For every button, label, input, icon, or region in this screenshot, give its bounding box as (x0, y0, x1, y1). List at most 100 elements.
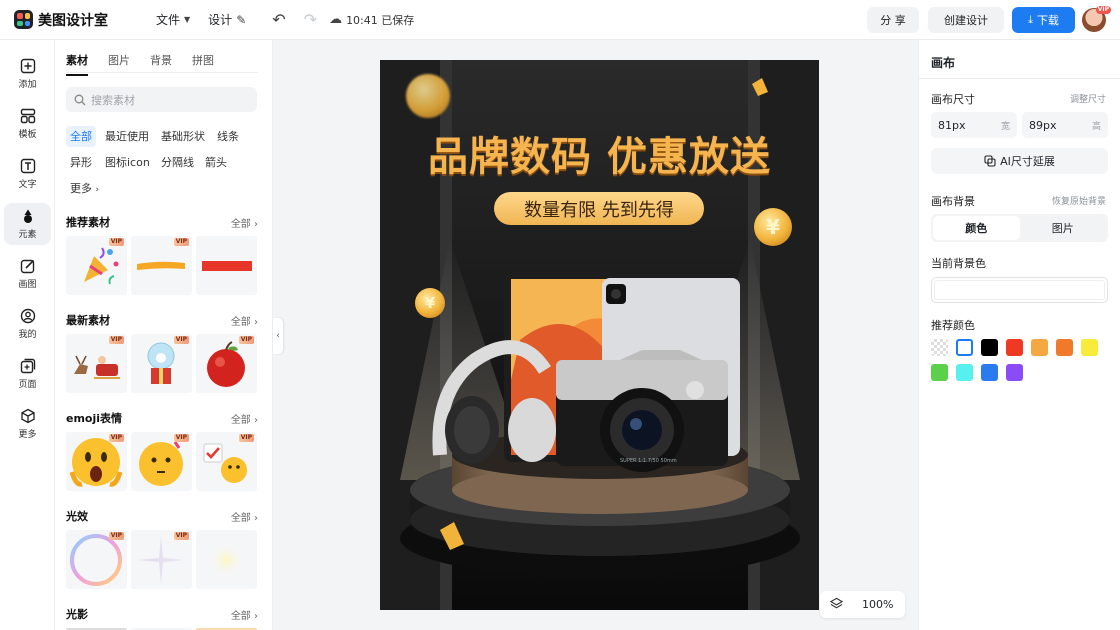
current-bg-color-label: 当前背景色 (931, 257, 986, 270)
asset-tile-screaming-emoji[interactable]: VIP (66, 432, 127, 491)
current-bg-color-field[interactable] (931, 277, 1108, 303)
canvas-headline[interactable]: 品牌数码 优惠放送 (380, 124, 819, 182)
nav-page-label: 页面 (18, 380, 37, 390)
avatar[interactable]: VIP (1082, 6, 1111, 32)
canvas-height-field[interactable]: 89px 高 (1022, 112, 1108, 138)
swatch-black[interactable] (981, 339, 998, 356)
edit-icon: ✎ (236, 12, 247, 27)
file-menu-label: 文件 (156, 13, 181, 27)
resize-link[interactable]: 调整尺寸 (1070, 92, 1106, 105)
chevron-left-icon: ‹ (276, 331, 280, 341)
cube-icon (20, 408, 36, 424)
asset-tile-party-popper[interactable]: VIP (66, 236, 127, 295)
avatar-vip-badge: VIP (1095, 6, 1111, 14)
vip-badge: VIP (173, 336, 189, 344)
asset-tile-reindeer-sleigh[interactable]: VIP (66, 334, 127, 393)
asset-tile-glow[interactable] (196, 530, 257, 589)
section-title-shadows: 光影 (66, 608, 88, 621)
chip-lines[interactable]: 线条 (213, 126, 243, 147)
glow-icon (208, 542, 244, 578)
section-all-label: 全部 (230, 317, 251, 328)
bg-mode-color[interactable]: 颜色 (933, 216, 1020, 240)
nav-more[interactable]: 更多 (4, 403, 51, 445)
swatch-light-orange[interactable] (1031, 339, 1048, 356)
tab-divider (66, 72, 258, 73)
nav-draw-label: 画图 (18, 280, 37, 290)
asset-tile-thinking-emoji[interactable]: VIP (131, 432, 192, 491)
create-design-button[interactable]: 创建设计 (928, 7, 1004, 33)
chip-basic-shapes[interactable]: 基础形状 (157, 126, 209, 147)
user-icon (20, 308, 36, 324)
asset-tile-snow-globe-gift[interactable]: VIP (131, 334, 192, 393)
design-canvas[interactable]: ¥ ¥ 品牌数码 优惠放送 数量有限 先到先得 SUPER 1:1.7/50 5… (380, 60, 819, 610)
canvas-width-value: 81px (938, 118, 966, 132)
canvas-width-field[interactable]: 81px 宽 (931, 112, 1017, 138)
app-name: 美图设计室 (38, 12, 108, 29)
section-title-light-effects: 光效 (66, 510, 88, 523)
swatch-white[interactable] (956, 339, 973, 356)
nav-text[interactable]: 文字 (4, 153, 51, 195)
swatch-green[interactable] (931, 364, 948, 381)
app-logo[interactable]: 美图设计室 (14, 10, 108, 30)
design-menu[interactable]: 设计 ✎ (208, 11, 246, 28)
plus-square-icon (20, 58, 36, 74)
cloud-saved-icon: ☁ (329, 12, 343, 27)
chip-icons[interactable]: 图标icon (101, 152, 154, 173)
asset-tile-bubble[interactable]: VIP (66, 530, 127, 589)
chip-dividers[interactable]: 分隔线 (157, 152, 198, 173)
chip-all[interactable]: 全部 (66, 126, 96, 147)
chip-recent[interactable]: 最近使用 (101, 126, 153, 147)
layers-icon[interactable] (829, 597, 844, 613)
share-button[interactable]: 分 享 (867, 7, 919, 33)
collapse-panel-button[interactable]: ‹ (273, 318, 283, 354)
nav-element[interactable]: 元素 (4, 203, 51, 245)
section-all-shadows[interactable]: 全部 › (231, 607, 258, 622)
chip-irregular[interactable]: 异形 (66, 152, 96, 173)
vip-badge: VIP (173, 434, 189, 442)
swatch-transparent[interactable] (931, 339, 948, 356)
nav-draw[interactable]: 画图 (4, 253, 51, 295)
zoom-bar: 100% (820, 591, 905, 618)
nav-more-label: 更多 (18, 430, 37, 440)
asset-tile-chick-emoji[interactable]: VIP (196, 432, 257, 491)
asset-tile-red-bar[interactable] (196, 236, 257, 295)
zoom-level[interactable]: 100% (862, 598, 893, 611)
swatch-red[interactable] (1006, 339, 1023, 356)
download-button[interactable]: ⤓ 下载 (1012, 7, 1075, 33)
redo-icon[interactable]: ↷ (304, 10, 317, 29)
ai-resize-button[interactable]: AI尺寸延展 (931, 148, 1108, 174)
asset-tile-brush-stroke[interactable]: VIP (131, 236, 192, 295)
nav-page[interactable]: 页面 (4, 353, 51, 395)
bg-mode-image[interactable]: 图片 (1020, 216, 1107, 240)
asset-tile-sparkle[interactable]: VIP (131, 530, 192, 589)
file-menu[interactable]: 文件 ▼ (156, 11, 190, 28)
canvas-size-label: 画布尺寸 (931, 93, 975, 106)
swatch-cyan[interactable] (956, 364, 973, 381)
recommended-colors-label: 推荐颜色 (931, 319, 975, 332)
chip-more[interactable]: 更多 › (66, 178, 103, 199)
restore-bg-link[interactable]: 恢复原始背景 (1052, 194, 1106, 207)
nav-template[interactable]: 模板 (4, 103, 51, 145)
search-icon (74, 94, 86, 105)
section-all-light-effects[interactable]: 全部 › (231, 509, 258, 524)
section-all-emoji[interactable]: 全部 › (231, 411, 258, 426)
chip-arrows[interactable]: 箭头 (201, 152, 231, 173)
section-all-recommended[interactable]: 全部 › (231, 215, 258, 230)
current-color-preview (934, 280, 1105, 300)
nav-mine[interactable]: 我的 (4, 303, 51, 345)
coin-left: ¥ (415, 288, 445, 318)
canvas-subline-pill[interactable]: 数量有限 先到先得 (494, 192, 704, 225)
section-all-latest[interactable]: 全部 › (231, 313, 258, 328)
asset-tile-red-apple[interactable]: VIP (196, 334, 257, 393)
text-icon (20, 158, 36, 174)
shapes-icon (20, 208, 36, 224)
swatch-yellow[interactable] (1081, 339, 1098, 356)
properties-panel: 画布 画布尺寸 调整尺寸 81px 宽 89px 高 AI尺寸延展 画布背景 恢… (918, 40, 1120, 630)
undo-icon[interactable]: ↶ (272, 10, 285, 29)
nav-add[interactable]: 添加 (4, 53, 51, 95)
swatch-blue[interactable] (981, 364, 998, 381)
swatch-orange[interactable] (1056, 339, 1073, 356)
vip-badge: VIP (108, 336, 124, 344)
swatch-purple[interactable] (1006, 364, 1023, 381)
search-input[interactable]: 搜索素材 (66, 87, 257, 112)
